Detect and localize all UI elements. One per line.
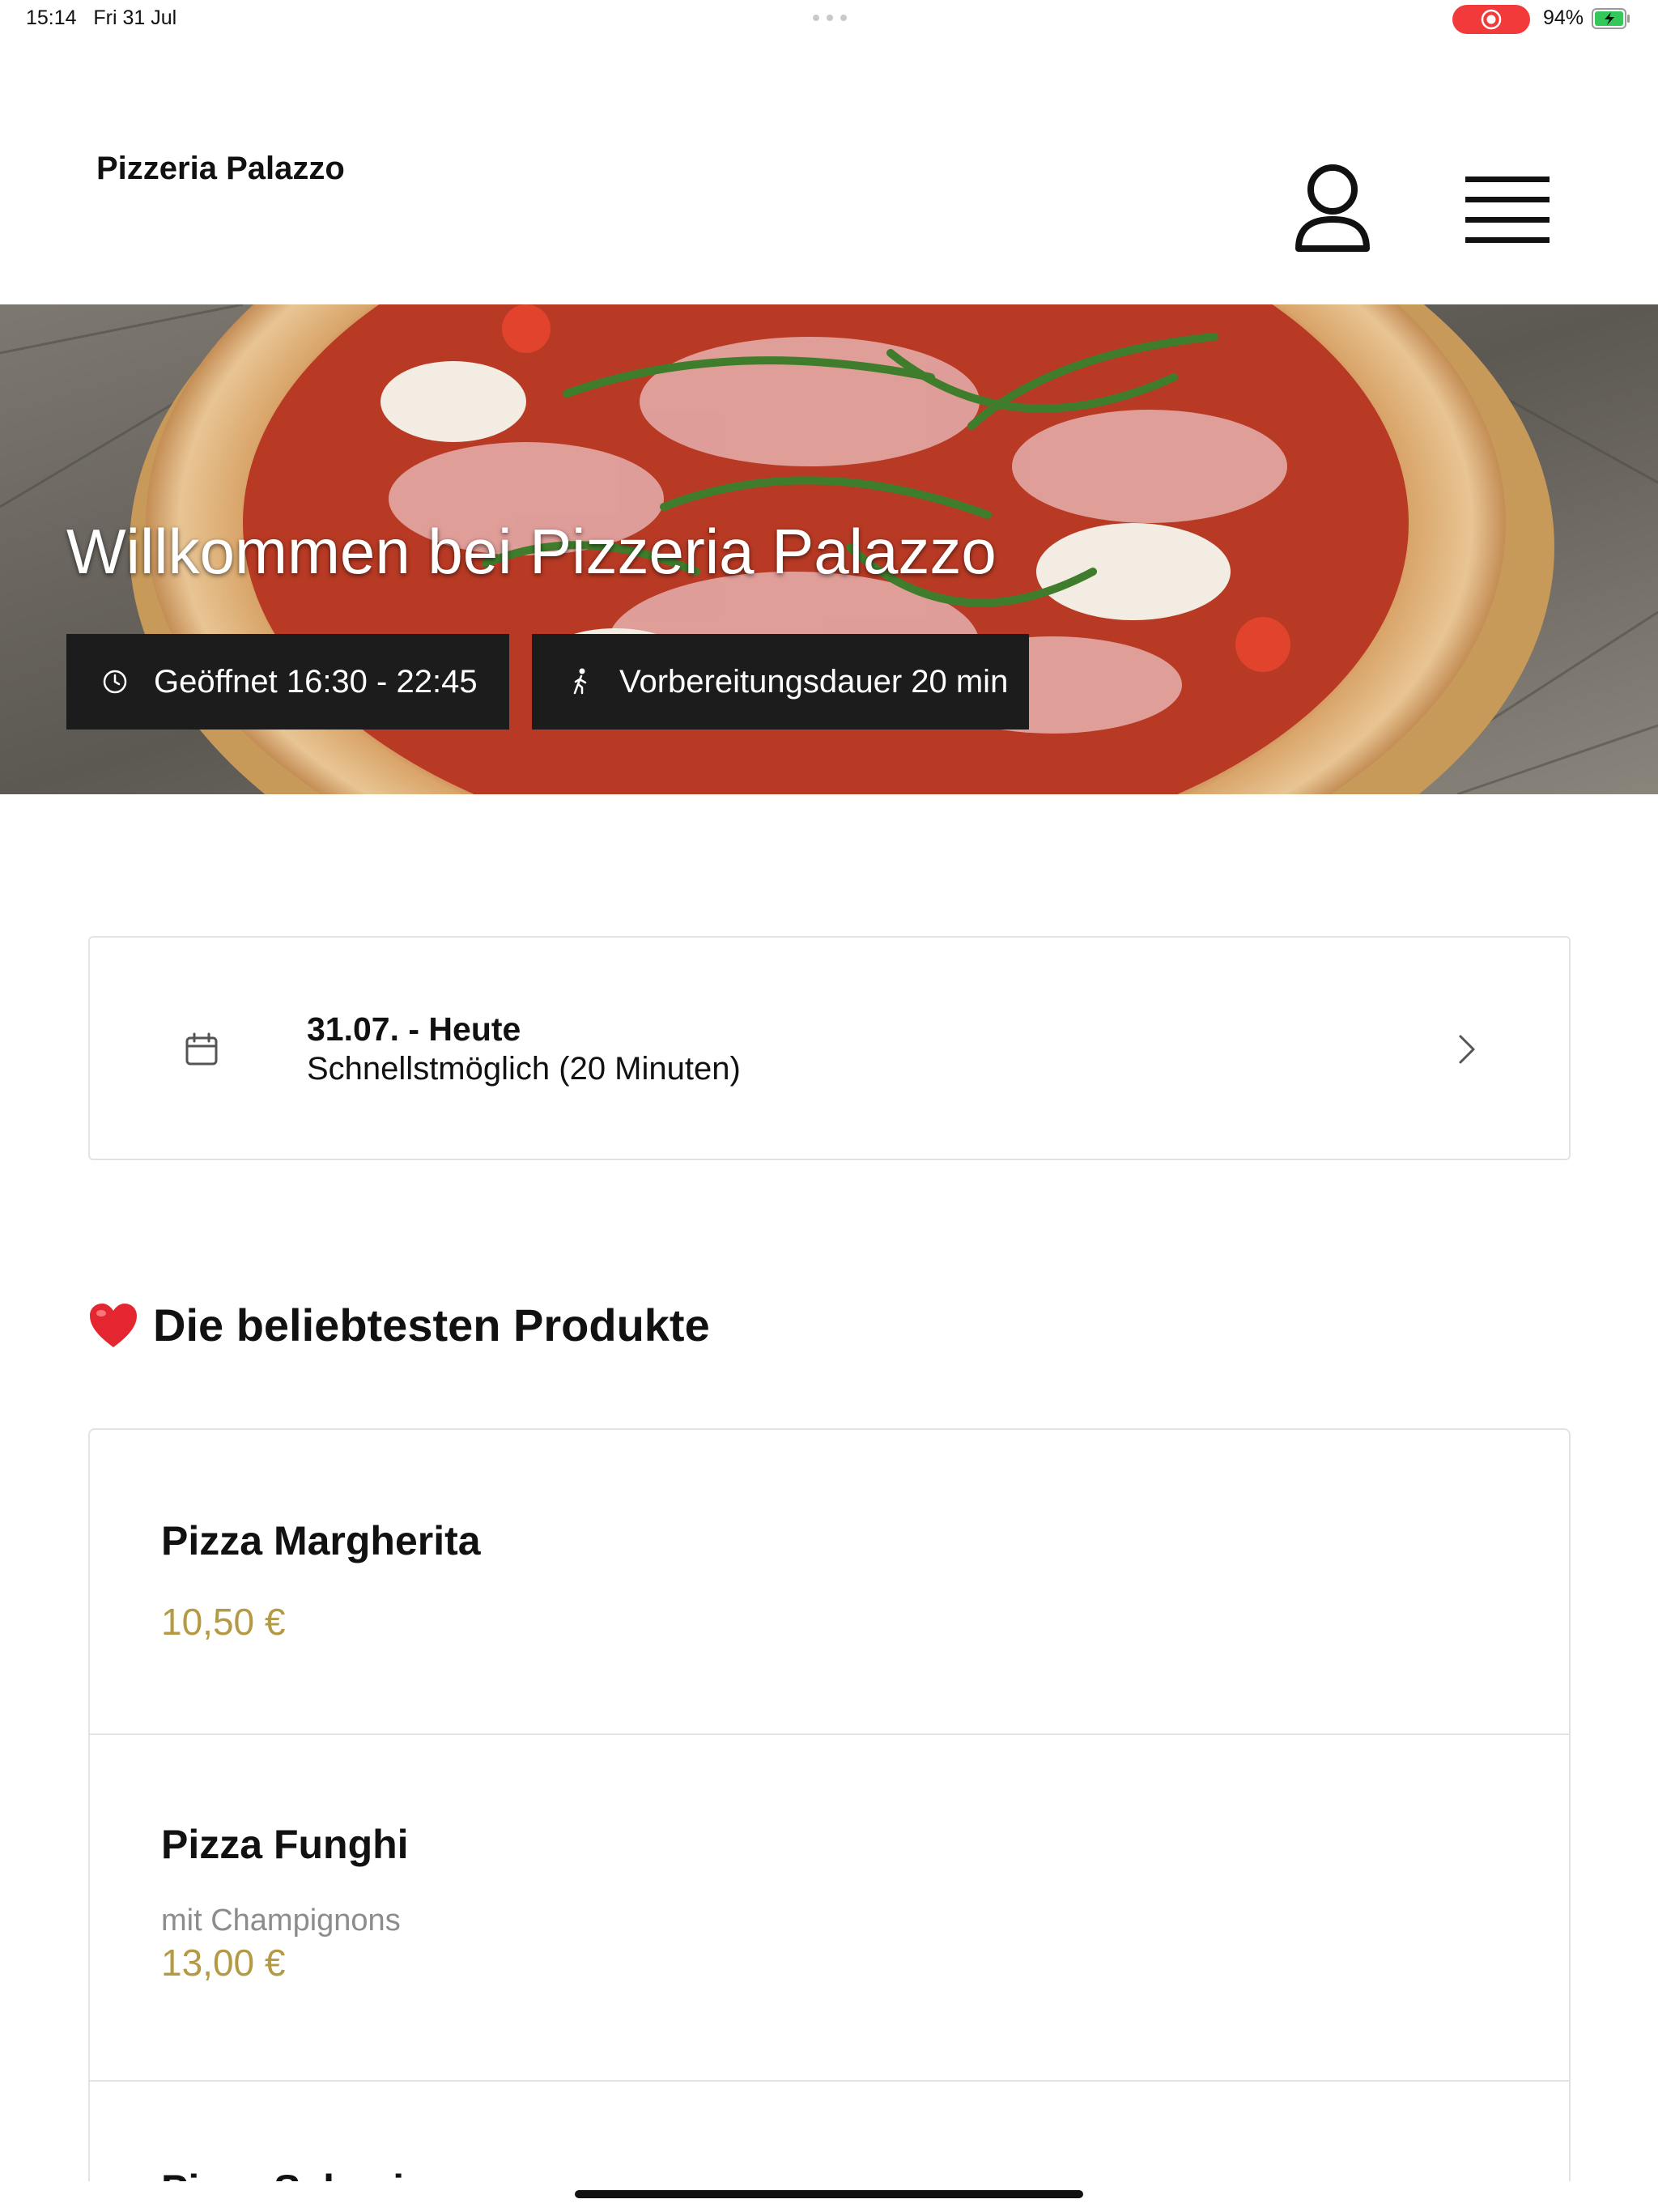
product-list: Pizza Margherita 10,50 € Pizza Funghi mi… bbox=[88, 1428, 1571, 2181]
brand-name[interactable]: Pizzeria Palazzo bbox=[96, 151, 345, 187]
hamburger-menu-icon[interactable] bbox=[1465, 175, 1550, 245]
opening-hours-badge: Geöffnet 16:30 - 22:45 bbox=[66, 634, 509, 730]
multitasking-dots-icon[interactable] bbox=[813, 15, 847, 21]
popular-products-title: Die beliebtesten Produkte bbox=[153, 1300, 710, 1351]
status-clock: 15:14 bbox=[26, 6, 77, 29]
hero-title: Willkommen bei Pizzeria Palazzo bbox=[66, 516, 997, 587]
popular-products-heading: Die beliebtesten Produkte bbox=[88, 1299, 710, 1351]
product-price: 10,50 € bbox=[161, 1601, 286, 1643]
pickup-date: 31.07. - Heute bbox=[307, 1010, 521, 1048]
heart-icon bbox=[90, 1303, 137, 1347]
product-price: 13,00 € bbox=[161, 1942, 286, 1984]
status-bar: 15:14 Fri 31 Jul 94% bbox=[0, 0, 1658, 39]
screen-recording-indicator[interactable] bbox=[1452, 5, 1530, 34]
app-header: Pizzeria Palazzo bbox=[0, 39, 1658, 304]
product-name: Pizza Salami bbox=[161, 2166, 404, 2181]
product-item[interactable]: Pizza Funghi mit Champignons 13,00 € bbox=[90, 1735, 1569, 2082]
hero-banner: Willkommen bei Pizzeria Palazzo Geöffnet… bbox=[0, 304, 1658, 794]
battery-percentage: 94% bbox=[1543, 6, 1584, 29]
pickup-time: Schnellstmöglich (20 Minuten) bbox=[307, 1051, 741, 1087]
opening-hours-text: Geöffnet 16:30 - 22:45 bbox=[154, 663, 478, 700]
product-item[interactable]: Pizza Salami bbox=[90, 2082, 1569, 2181]
walking-person-icon bbox=[573, 668, 587, 695]
product-name: Pizza Funghi bbox=[161, 1822, 409, 1867]
clock-icon bbox=[103, 670, 127, 694]
record-icon bbox=[1481, 9, 1502, 30]
preparation-time-text: Vorbereitungsdauer 20 min bbox=[619, 663, 1009, 700]
home-indicator[interactable] bbox=[575, 2190, 1083, 2198]
chevron-right-icon[interactable] bbox=[1450, 1032, 1482, 1067]
battery-charging-icon bbox=[1592, 8, 1630, 29]
account-icon[interactable] bbox=[1292, 164, 1373, 255]
calendar-icon bbox=[185, 1032, 218, 1066]
status-date: Fri 31 Jul bbox=[93, 6, 177, 29]
product-item[interactable]: Pizza Margherita 10,50 € bbox=[90, 1430, 1569, 1735]
product-name: Pizza Margherita bbox=[161, 1518, 481, 1563]
pickup-time-selector[interactable]: 31.07. - Heute Schnellstmöglich (20 Minu… bbox=[88, 936, 1571, 1160]
preparation-time-badge: Vorbereitungsdauer 20 min bbox=[532, 634, 1029, 730]
product-description: mit Champignons bbox=[161, 1904, 401, 1938]
status-time: 15:14 Fri 31 Jul bbox=[26, 6, 176, 30]
